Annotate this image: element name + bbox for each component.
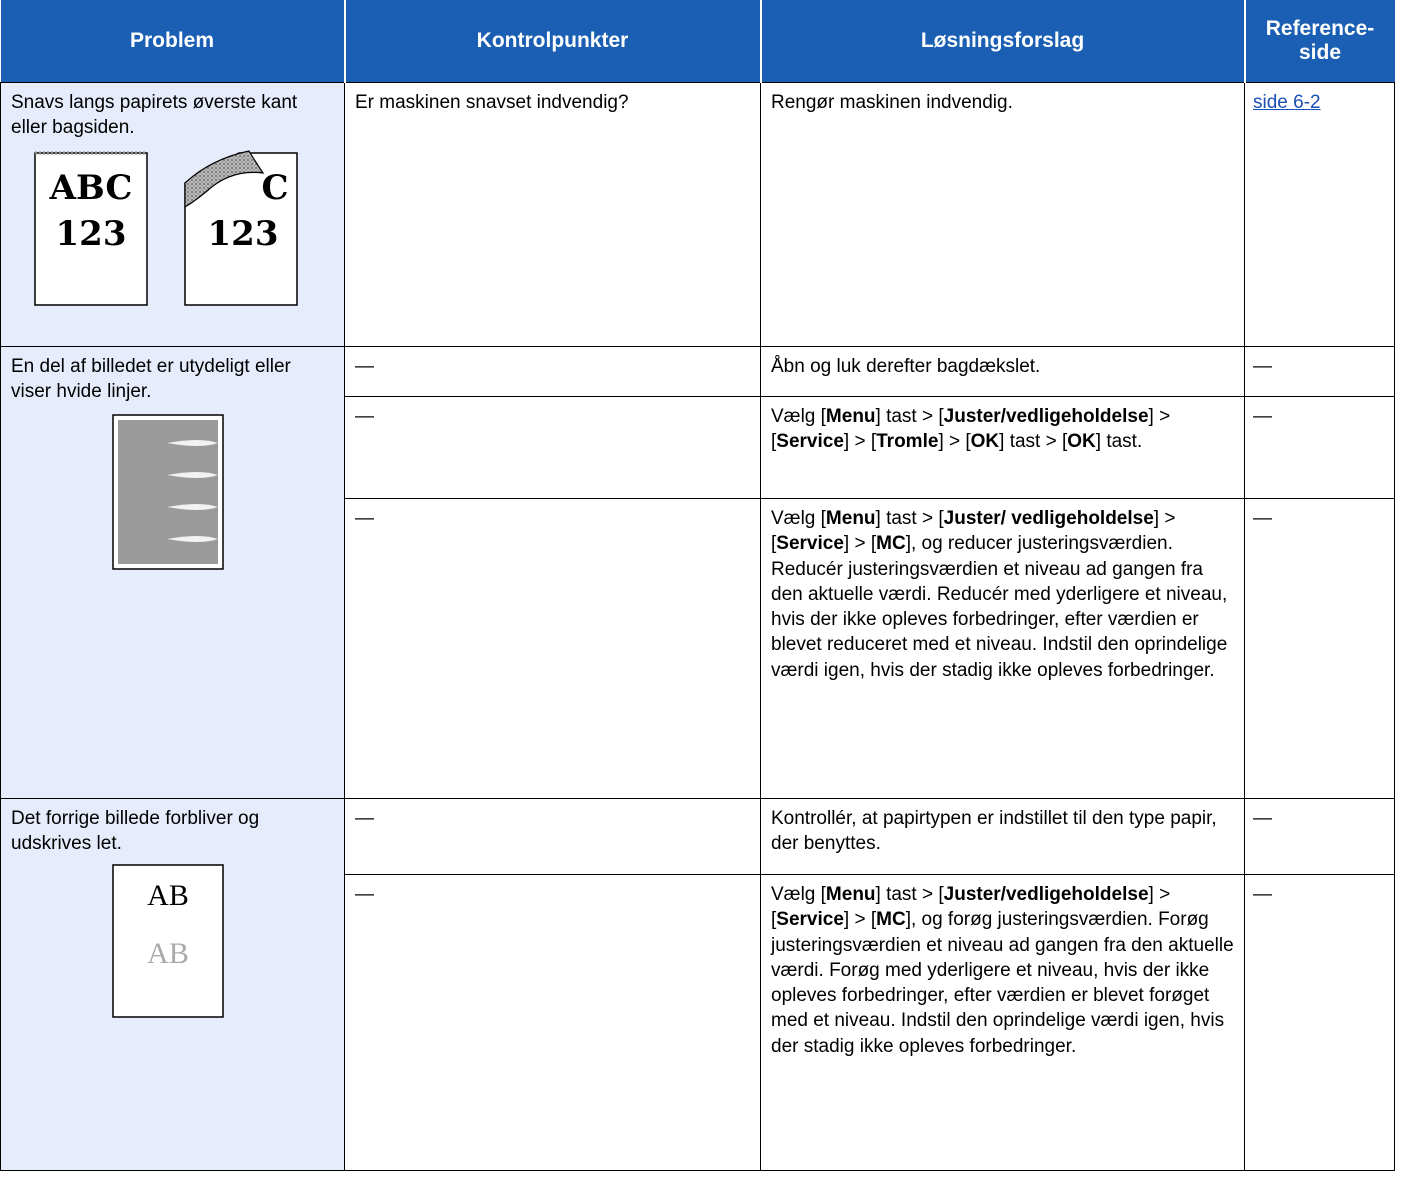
check-cell: —	[344, 798, 761, 875]
dash: —	[355, 356, 374, 377]
check-cell: —	[344, 346, 761, 397]
problem-text: En del af billedet er utydeligt eller vi…	[11, 356, 291, 403]
dash: —	[355, 884, 374, 905]
reference-cell: —	[1244, 396, 1395, 499]
header-reference: Reference- side	[1244, 0, 1395, 83]
header-check: Kontrolpunkter	[344, 0, 762, 83]
menu-key-label: Menu	[825, 406, 876, 427]
dash: —	[355, 406, 374, 427]
problem-cell: En del af billedet er utydeligt eller vi…	[0, 346, 345, 799]
dirty-edge-illustration: ABC 123 C 123	[34, 149, 298, 306]
white-lines-illustration	[112, 413, 224, 570]
header-solution: Løsningsforslag	[760, 0, 1246, 83]
check-cell: —	[344, 498, 761, 799]
page2-text-line1: C	[261, 168, 288, 208]
page1-text-line2: 123	[56, 214, 127, 254]
page2-text-line2: 123	[208, 214, 279, 254]
check-cell: Er maskinen snavset indvendig?	[344, 82, 761, 347]
dash: —	[355, 508, 374, 529]
problem-text: Snavs langs papirets øverste kant eller …	[11, 92, 298, 139]
ghost-image-illustration: AB AB	[112, 863, 224, 1018]
reference-link[interactable]: side 6-2	[1253, 92, 1321, 113]
menu-key-label: Menu	[825, 508, 876, 529]
check-cell: —	[344, 874, 761, 1171]
reference-cell: —	[1244, 346, 1395, 397]
ghost-text-dark: AB	[147, 879, 189, 912]
solution-cell: Åbn og luk derefter bagdækslet.	[760, 346, 1245, 397]
solution-cell: Vælg [Menu] tast > [Juster/ vedligeholde…	[760, 498, 1245, 799]
header-row: Problem Kontrolpunkter Løsningsforslag R…	[0, 0, 1395, 83]
reference-cell: —	[1244, 798, 1395, 875]
reference-cell: side 6-2	[1244, 82, 1395, 347]
header-reference-line1: Reference-	[1265, 16, 1375, 40]
dash: —	[355, 808, 374, 829]
table-row: Snavs langs papirets øverste kant eller …	[0, 82, 1395, 347]
troubleshooting-table: Problem Kontrolpunkter Løsningsforslag R…	[0, 0, 1395, 1171]
table-row: En del af billedet er utydeligt eller vi…	[0, 346, 1395, 799]
table-row: Det forrige billede forbliver og udskriv…	[0, 798, 1395, 1171]
solution-cell: Vælg [Menu] tast > [Juster/vedligeholdel…	[760, 396, 1245, 499]
check-cell: —	[344, 396, 761, 499]
solution-cell: Rengør maskinen indvendig.	[760, 82, 1245, 347]
header-problem: Problem	[0, 0, 346, 83]
menu-key-label: Menu	[825, 884, 876, 905]
solution-cell: Kontrollér, at papirtypen er indstillet …	[760, 798, 1245, 875]
reference-cell: —	[1244, 498, 1395, 799]
reference-cell: —	[1244, 874, 1395, 1171]
problem-text: Det forrige billede forbliver og udskriv…	[11, 808, 260, 855]
ghost-text-light: AB	[147, 937, 189, 970]
solution-cell: Vælg [Menu] tast > [Juster/vedligeholdel…	[760, 874, 1245, 1171]
problem-cell: Det forrige billede forbliver og udskriv…	[0, 798, 345, 1171]
problem-cell: Snavs langs papirets øverste kant eller …	[0, 82, 345, 347]
page1-text-line1: ABC	[49, 168, 133, 208]
header-reference-line2: side	[1298, 41, 1342, 64]
